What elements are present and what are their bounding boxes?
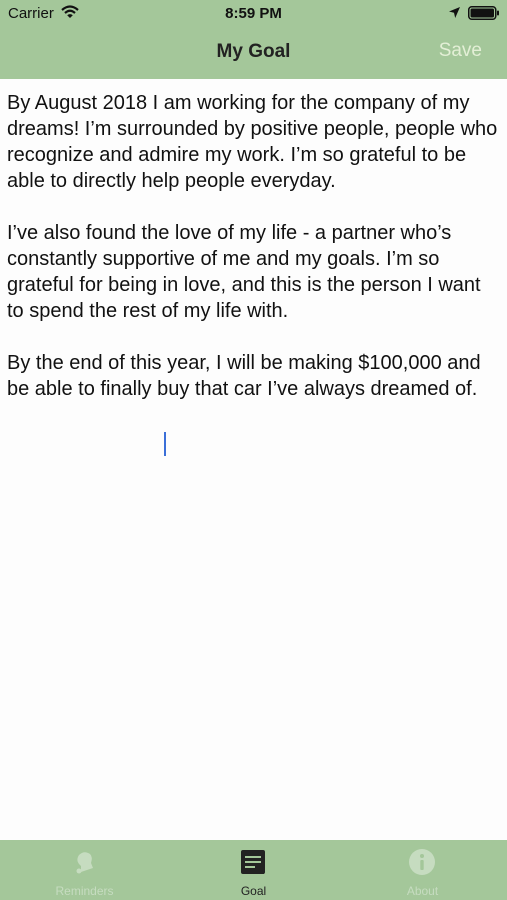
status-bar: Carrier 8:59 PM <box>0 0 507 28</box>
tab-reminders[interactable]: Reminders <box>0 840 169 900</box>
bell-icon <box>76 852 93 874</box>
goal-text-editor[interactable]: By August 2018 I am working for the comp… <box>7 90 501 402</box>
tab-goal[interactable]: Goal <box>169 840 338 900</box>
tab-about[interactable]: About <box>338 840 507 900</box>
battery-icon <box>468 6 499 20</box>
save-button[interactable]: Save <box>439 40 482 62</box>
tab-label-about: About <box>406 884 439 898</box>
notepad-icon <box>241 850 265 874</box>
text-cursor <box>164 432 166 456</box>
navigation-bar: Carrier 8:59 PM My Goal Save <box>0 0 507 79</box>
tab-label-goal: Goal <box>240 884 267 898</box>
status-time: 8:59 PM <box>225 5 282 22</box>
info-icon <box>409 849 435 875</box>
tab-bar: Reminders Goal About <box>0 840 507 900</box>
location-arrow-icon <box>449 7 460 18</box>
tab-label-reminders: Reminders <box>55 884 114 898</box>
page-title: My Goal <box>216 41 291 62</box>
